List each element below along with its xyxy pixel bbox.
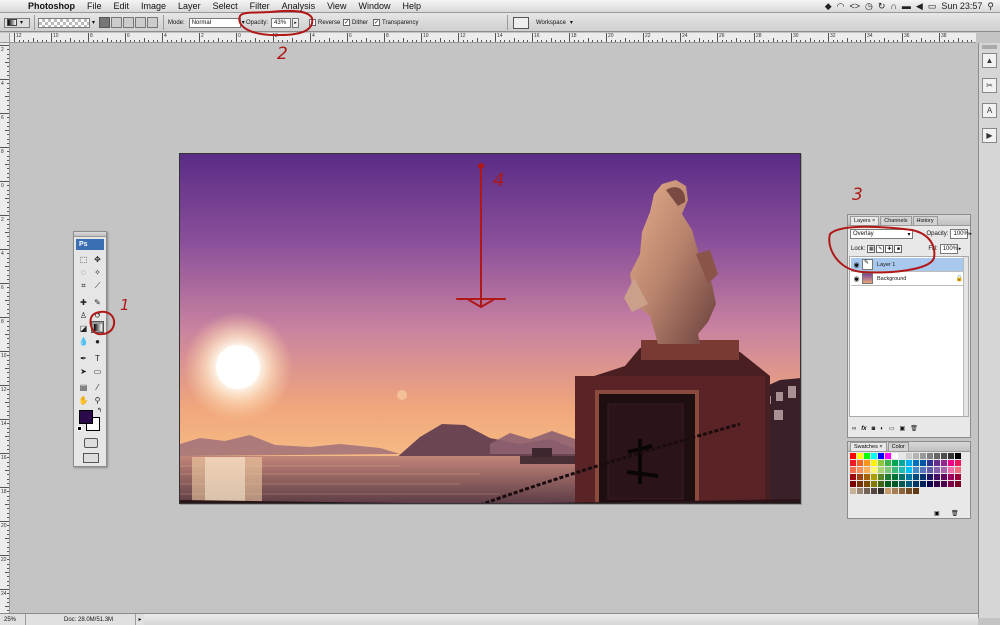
annotation-number-1: 1 [120,296,130,314]
photoshop-window: Photoshop File Edit Image Layer Select F… [0,0,1000,625]
red-annotation-strokes [89,9,936,336]
annotation-number-3: 3 [852,185,863,205]
annotation-number-2: 2 [277,44,288,64]
foreground-color-swatch[interactable] [79,410,93,424]
annotation-number-4: 4 [493,170,505,191]
